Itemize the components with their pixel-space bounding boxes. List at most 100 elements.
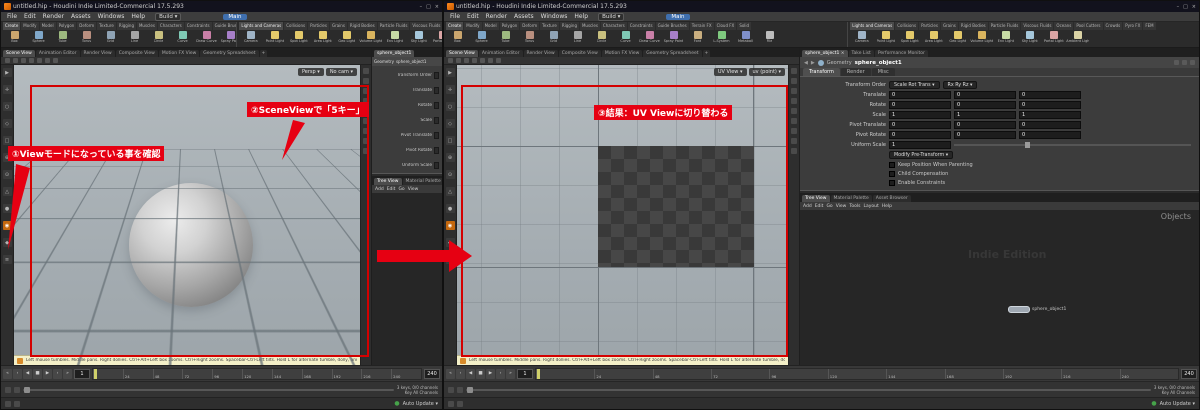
shelf-tab-model[interactable]: Model	[39, 22, 56, 30]
view-mode-icon[interactable]: ◉	[2, 221, 12, 230]
shelf-tab-deform[interactable]: Deform	[77, 22, 97, 30]
pose-tool-icon[interactable]: □	[445, 136, 455, 145]
timeline-tick[interactable]: 144	[886, 368, 944, 379]
quickmark-icon[interactable]: ●	[445, 204, 455, 213]
timeline-tick[interactable]: 240	[1119, 368, 1178, 379]
next-frame-icon[interactable]: ›	[53, 368, 62, 379]
shelf-tool-circle[interactable]: Circle	[590, 31, 613, 46]
param-field[interactable]: 0	[1019, 121, 1081, 129]
param-field[interactable]: 0	[1019, 131, 1081, 139]
pane-tab-animation-editor[interactable]: Animation Editor	[35, 50, 80, 57]
pin-icon[interactable]	[1174, 60, 1179, 65]
pane-tab-scene-view[interactable]: Scene View	[3, 50, 35, 57]
shelf-tool-tube[interactable]: Tube	[51, 31, 74, 46]
display-option-icon[interactable]	[363, 138, 369, 144]
pane-tab-scene-view[interactable]: Scene View	[446, 50, 478, 57]
shelf-tab-lights-and-cameras[interactable]: Lights and Cameras	[239, 22, 284, 30]
display-option-icon[interactable]	[791, 128, 797, 134]
timeline-tick[interactable]: 72	[711, 368, 769, 379]
timeline-tick[interactable]: 216	[1061, 368, 1119, 379]
timeline-tick[interactable]: 1	[93, 368, 123, 379]
display-option-icon[interactable]	[363, 128, 369, 134]
shelf-tool-draw-curve[interactable]: Draw Curve	[638, 31, 661, 46]
timeline-tick[interactable]: 192	[331, 368, 362, 379]
shelf-tool-circle[interactable]: Circle	[147, 31, 170, 46]
pane-tab-render-view[interactable]: Render View	[523, 50, 558, 57]
timeline-tick[interactable]: 144	[271, 368, 302, 379]
shelf-tab-terrain-fx[interactable]: Terrain FX	[689, 22, 714, 30]
shelf-tool-volume-light[interactable]: Volume Light	[359, 31, 382, 46]
shelf-tool-camera[interactable]: Camera	[239, 31, 262, 46]
shelf-tool-point-light[interactable]: Point Light	[263, 31, 286, 46]
timeline[interactable]: 124487296120144168192216240	[92, 367, 422, 380]
shelf-tool-torus[interactable]: Torus	[75, 31, 98, 46]
camera-selector[interactable]: No cam ▾	[325, 68, 357, 76]
display-option-icon[interactable]	[791, 78, 797, 84]
pane-tab-material-palette[interactable]: Material Palette	[830, 195, 872, 202]
shelf-tab-particles[interactable]: Particles	[308, 22, 329, 30]
shelf-tool-area-light[interactable]: Area Light	[922, 31, 945, 46]
menu-edit[interactable]: Edit	[464, 13, 482, 20]
minimize-button[interactable]: –	[420, 4, 423, 10]
timeline-tick[interactable]: 72	[182, 368, 212, 379]
net-menu-layout[interactable]: Layout	[863, 204, 878, 209]
lasso-select-icon[interactable]: ◆	[2, 238, 12, 247]
param-tab-render[interactable]: Render	[840, 68, 871, 76]
network-node[interactable]: sphere_object1	[1008, 306, 1066, 313]
shelf-tab-lights-and-cameras[interactable]: Lights and Cameras	[850, 22, 895, 30]
shelf-tab-fem[interactable]: FEM	[1143, 22, 1156, 30]
pane-tab-parameters[interactable]: sphere_object1	[374, 50, 415, 57]
scene-viewport-uv[interactable]: UV View ▾ uv (point) ▾ Left mouse tumble…	[457, 65, 788, 365]
shelf-tool-env-light[interactable]: Env Light	[383, 31, 406, 46]
take-selector[interactable]: Main	[223, 13, 247, 20]
checkbox-keep-position-when-parenting[interactable]	[889, 161, 895, 168]
shelf-tool-draw-curve[interactable]: Draw Curve	[195, 31, 218, 46]
pane-tab-geometry-spreadsheet[interactable]: Geometry Spreadsheet	[643, 50, 702, 57]
net-menu-view[interactable]: View	[408, 187, 419, 192]
shelf-tab-guide-brushes[interactable]: Guide Brushes	[655, 22, 689, 30]
end-frame-field[interactable]: 240	[424, 368, 440, 379]
desktop-selector[interactable]: Build ▾	[155, 12, 182, 21]
shelf-tool-curve[interactable]: Curve	[171, 31, 194, 46]
shelf-tab-pyro-fx[interactable]: Pyro FX	[1123, 22, 1143, 30]
titlebar[interactable]: untitled.hip - Houdini Indie Limited-Com…	[1, 1, 442, 12]
param-field[interactable]: 1	[1019, 111, 1081, 119]
shelf-tool-env-light[interactable]: Env Light	[994, 31, 1017, 46]
view-toolbar-icon[interactable]	[5, 58, 10, 63]
realtime-toggle-icon[interactable]	[448, 386, 454, 393]
shelf-tab-crowds[interactable]: Crowds	[1103, 22, 1123, 30]
snap-toggle-icon[interactable]: ⊕	[2, 153, 12, 162]
shelf-tab-characters[interactable]: Characters	[157, 22, 184, 30]
shelf-tab-deform[interactable]: Deform	[520, 22, 540, 30]
view-toolbar-icon[interactable]	[29, 58, 34, 63]
shelf-tool-volume-light[interactable]: Volume Light	[970, 31, 993, 46]
shelf-tab-pool-cutters[interactable]: Pool Cutters	[1074, 22, 1103, 30]
translate-tool-icon[interactable]: ✛	[445, 85, 455, 94]
timeline-tick[interactable]: 24	[122, 368, 153, 379]
shelf-tab-cloud-fx[interactable]: Cloud FX	[714, 22, 737, 30]
display-option-icon[interactable]	[363, 88, 369, 94]
timeline-tick[interactable]: 216	[361, 368, 391, 379]
timeline-tick[interactable]: 24	[594, 368, 652, 379]
shelf-tab-constraints[interactable]: Constraints	[184, 22, 212, 30]
end-frame-field[interactable]: 240	[1181, 368, 1197, 379]
shelf-tool-metaball[interactable]: Metaball	[734, 31, 757, 46]
timeline-tick[interactable]: 96	[769, 368, 827, 379]
shelf-tab-muscles[interactable]: Muscles	[136, 22, 157, 30]
shelf-tab-guide-brushes[interactable]: Guide Brushes	[212, 22, 237, 30]
net-menu-edit[interactable]: Edit	[815, 204, 824, 209]
menu-windows[interactable]: Windows	[538, 13, 571, 20]
pane-tab-render-view[interactable]: Render View	[80, 50, 115, 57]
network-canvas[interactable]: Objects Indie Edition sphere_object1	[800, 210, 1199, 365]
shelf-tool-grid[interactable]: Grid	[542, 31, 565, 46]
shelf-tool-file[interactable]: File	[758, 31, 781, 46]
menu-file[interactable]: File	[4, 13, 20, 20]
pose-tool-icon[interactable]: □	[2, 136, 12, 145]
snap-toggle-icon[interactable]: ⊕	[445, 153, 455, 162]
pane-tab-take-list[interactable]: Take List	[848, 50, 874, 57]
shelf-tab-constraints[interactable]: Constraints	[627, 22, 655, 30]
view-toolbar-icon[interactable]	[13, 58, 18, 63]
display-option-icon[interactable]	[791, 108, 797, 114]
view-toolbar-icon[interactable]	[37, 58, 42, 63]
lock-icon[interactable]	[1182, 60, 1187, 65]
